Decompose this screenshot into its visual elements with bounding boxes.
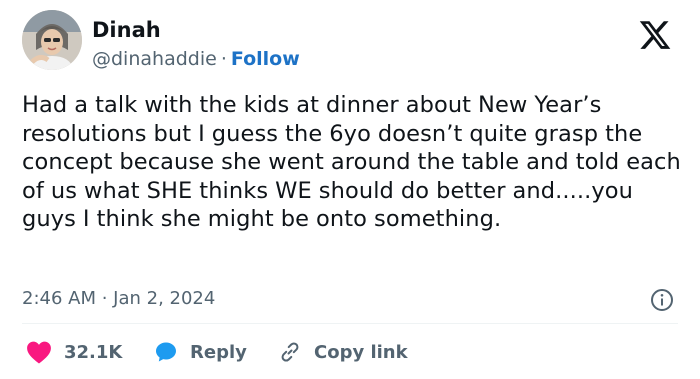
- follow-button[interactable]: Follow: [231, 48, 300, 70]
- avatar[interactable]: [22, 10, 82, 70]
- tweet-card: Dinah @dinahaddie · Follow Had a talk with…: [0, 0, 700, 379]
- divider: [22, 323, 678, 324]
- speech-bubble-icon: [156, 342, 176, 362]
- tweet-text: Had a talk with the kids at dinner about…: [22, 92, 681, 233]
- handle-row: @dinahaddie · Follow: [92, 47, 300, 71]
- author-handle[interactable]: @dinahaddie: [92, 48, 217, 70]
- separator-dot: ·: [220, 48, 227, 70]
- like-button[interactable]: 32.1K: [26, 338, 122, 366]
- x-logo-icon[interactable]: [637, 18, 673, 52]
- avatar-image: [22, 10, 82, 70]
- author-name[interactable]: Dinah: [92, 17, 161, 43]
- like-count: 32.1K: [64, 341, 123, 363]
- heart-icon: [27, 341, 51, 364]
- copy-link-label: Copy link: [314, 341, 408, 363]
- reply-label: Reply: [190, 341, 247, 363]
- link-icon: [281, 342, 299, 362]
- tweet-timestamp[interactable]: 2:46 AM · Jan 2, 2024: [22, 287, 215, 311]
- reply-button[interactable]: Reply: [154, 338, 247, 366]
- info-icon[interactable]: [650, 288, 674, 312]
- copy-link-button[interactable]: Copy link: [278, 338, 408, 366]
